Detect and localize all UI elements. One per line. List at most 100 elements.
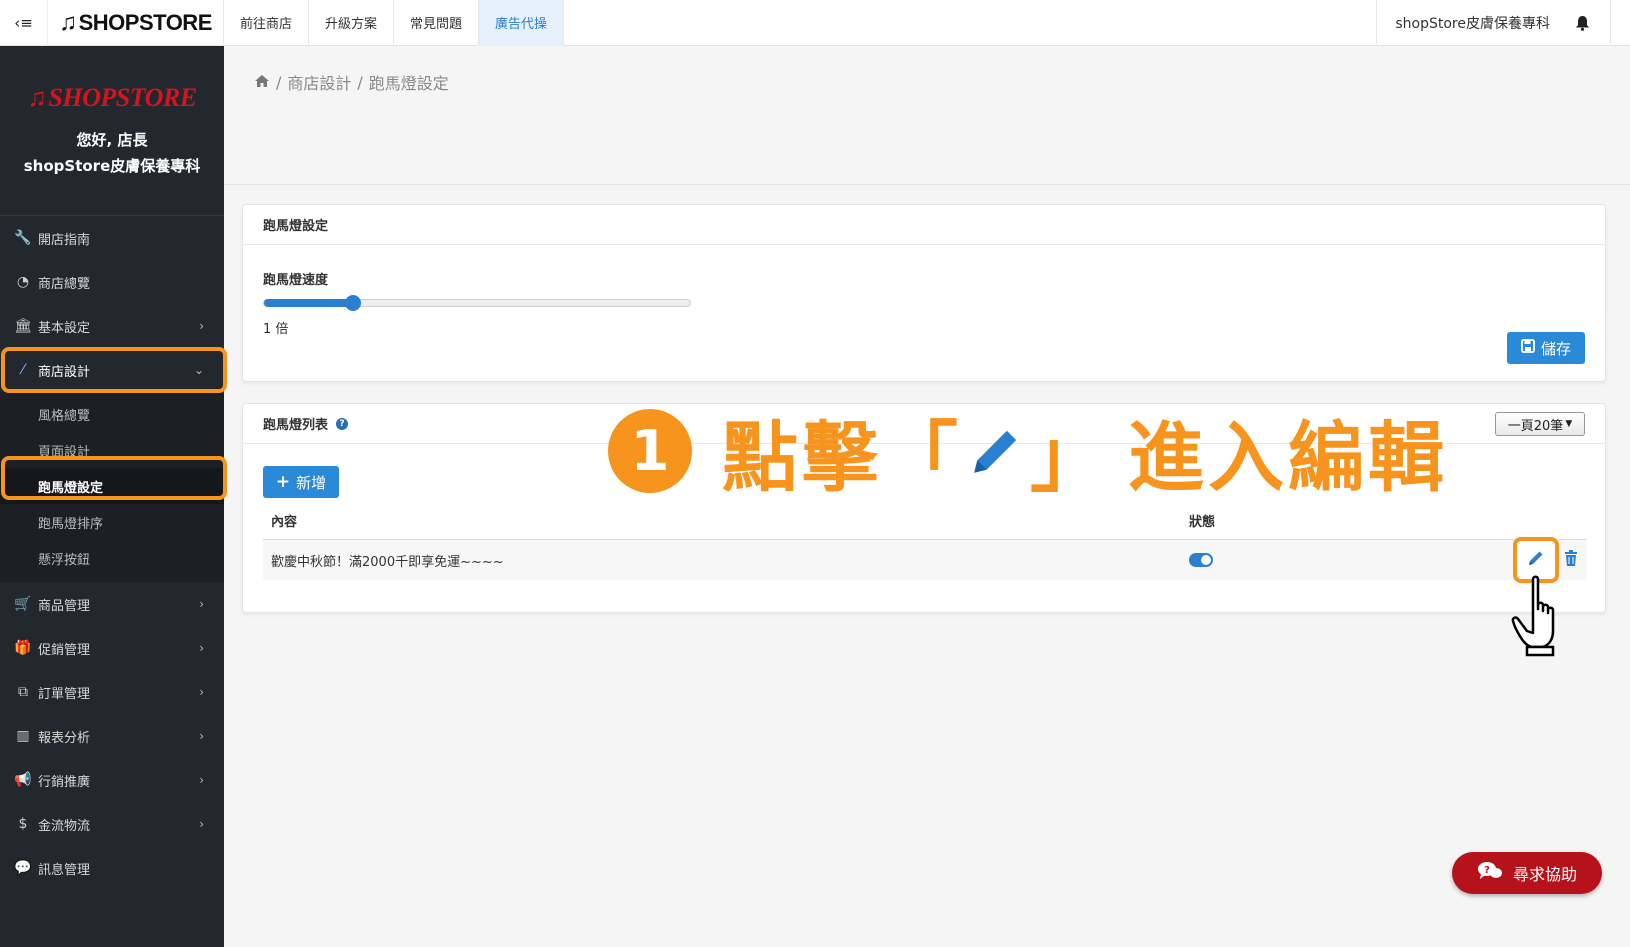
top-logo[interactable]: ♫ SHOPSTORE [48,0,224,46]
sidebar-greeting: 您好, 店長 [76,130,148,149]
gift-icon: 🎁 [14,640,32,656]
topnav-ads[interactable]: 廣告代操 [479,0,565,46]
floppy-disk-icon [1521,339,1535,357]
breadcrumb: / 商店設計 / 跑馬燈設定 [254,70,449,94]
topnav-storefront[interactable]: 前往商店 [224,0,310,46]
sidebar-item-marketing[interactable]: 📢 行銷推廣 › [0,758,224,802]
top-logo-text: SHOPSTORE [78,9,213,35]
status-toggle[interactable] [1189,553,1213,567]
sidebar-item-reports[interactable]: ▥ 報表分析 › [0,714,224,758]
sidebar-item-promotions[interactable]: 🎁 促銷管理 › [0,626,224,670]
sidebar-logo: ♫SHOPSTORE [27,82,197,113]
sidebar-item-messages[interactable]: 💬 訊息管理 [0,846,224,890]
sidebar-toggle-button[interactable]: ‹≡ [0,0,48,46]
plus-icon: + [275,472,291,492]
submenu-page-design[interactable]: 頁面設計 [0,432,224,468]
sidebar-item-label: 商品管理 [38,598,91,614]
sidebar-item-label: 商店設計 [38,364,91,380]
save-button-label: 儲存 [1540,339,1571,358]
sidebar-logo-text: SHOPSTORE [48,82,197,112]
sidebar-item-products[interactable]: 🛒 商品管理 › [0,582,224,626]
chevron-right-icon: › [199,685,204,699]
magic-wand-icon: ⁄ [21,362,25,378]
chevron-right-icon: › [199,597,204,611]
question-circle-icon[interactable]: ? [336,417,349,430]
copy-icon: ⧉ [18,684,28,700]
column-header-content: 內容 [271,515,298,530]
bell-icon[interactable] [1568,15,1596,31]
sidebar-brand: ♫SHOPSTORE 您好, 店長 shopStore皮膚保養專科 [0,46,224,216]
add-button[interactable]: + 新增 [263,466,339,498]
settings-panel-title: 跑馬燈設定 [243,205,1605,245]
hand-pointer-icon [1511,575,1575,663]
sidebar-item-orders[interactable]: ⧉ 訂單管理 › [0,670,224,714]
sidebar-logo-mark-icon: ♫ [27,82,47,112]
sidebar-item-label: 金流物流 [38,818,91,834]
sidebar-item-guide[interactable]: 🔧 開店指南 [0,216,224,260]
annotation-text-edit: 進入編輯 [1128,413,1448,502]
cart-icon: 🛒 [14,596,32,612]
sidebar-menu: 🔧 開店指南 ◔ 商店總覽 🏛 基本設定 › ⁄ 商店設計 ⌄ 風格總覽 頁面設計 跑馬燈設… [0,216,224,890]
submenu-marquee-settings[interactable]: 跑馬燈設定 [0,468,224,504]
annotation-open-bracket: 「 [882,413,962,502]
help-button[interactable]: ? 尋求協助 [1452,852,1602,894]
speed-slider[interactable] [263,295,691,311]
marquee-settings-panel: 跑馬燈設定 跑馬燈速度 1 倍 儲存 [242,204,1606,382]
sidebar-item-overview[interactable]: ◔ 商店總覽 [0,260,224,304]
speed-label: 跑馬燈速度 [263,273,329,288]
annotation-close-bracket: 」 [1030,413,1110,502]
sidebar-item-label: 促銷管理 [38,642,91,658]
sidebar-item-label: 訂單管理 [38,686,91,702]
speed-slider-handle[interactable] [345,295,362,311]
speed-value: 1 倍 [263,322,289,337]
breadcrumb-sep: / [357,72,363,92]
bank-icon: 🏛 [14,318,32,334]
marquee-table: 內容 狀態 歡慶中秋節！滿2000千即享免運~~~~ [263,502,1587,583]
annotation-text-click: 點擊 [722,413,882,502]
tutorial-annotation: 1 點擊 「 」 進入編輯 [608,396,1448,506]
chevron-right-icon: › [199,641,204,655]
comments-icon: 💬 [14,860,32,876]
pencil-icon [1527,549,1545,571]
breadcrumb-marquee-settings: 跑馬燈設定 [368,74,449,93]
submenu-style-overview[interactable]: 風格總覽 [0,396,224,432]
wrench-icon: 🔧 [14,230,32,246]
submenu-marquee-sorting[interactable]: 跑馬燈排序 [0,504,224,540]
top-store-name[interactable]: shopStore皮膚保養專科 [1376,0,1568,46]
home-icon[interactable] [254,73,270,92]
sidebar-item-store-design[interactable]: ⁄ 商店設計 ⌄ [0,348,224,392]
step-number-badge: 1 [608,409,692,493]
sidebar-item-label: 基本設定 [38,320,91,336]
top-bar: ‹≡ ♫ SHOPSTORE 前往商店 升級方案 常見問題 廣告代操 shopSt… [0,0,1630,46]
caret-down-icon: ▼ [1565,419,1573,429]
sidebar-item-payment-logistics[interactable]: $ 金流物流 › [0,802,224,846]
top-right: shopStore皮膚保養專科 [1376,0,1630,46]
topnav-faq[interactable]: 常見問題 [394,0,480,46]
chevron-right-icon: › [199,817,204,831]
submenu-floating-button[interactable]: 懸浮按鈕 [0,540,224,576]
sidebar-store-name: shopStore皮膚保養專科 [23,156,201,175]
page-size-value: 一頁20筆 [1507,418,1564,434]
bullhorn-icon: 📢 [14,772,32,788]
top-nav: 前往商店 升級方案 常見問題 廣告代操 [224,0,565,46]
save-button[interactable]: 儲存 [1507,332,1585,364]
column-header-status: 狀態 [1189,515,1216,530]
dollar-icon: $ [18,816,28,832]
row-content: 歡慶中秋節！滿2000千即享免運~~~~ [271,554,504,570]
sidebar-item-basic-settings[interactable]: 🏛 基本設定 › [0,304,224,348]
trash-icon[interactable] [1565,550,1577,570]
table-row: 歡慶中秋節！滿2000千即享免運~~~~ [263,537,1587,583]
sidebar-item-label: 開店指南 [38,232,91,248]
dashboard-icon: ◔ [16,274,30,290]
breadcrumb-store-design[interactable]: 商店設計 [287,70,351,94]
page-size-select[interactable]: 一頁20筆 ▼ [1495,412,1585,436]
row-status [1189,553,1489,567]
chevron-right-icon: › [199,773,204,787]
sidebar-item-label: 訊息管理 [38,862,91,878]
topnav-upgrade[interactable]: 升級方案 [309,0,395,46]
sidebar-item-label: 報表分析 [38,730,91,746]
table-header: 內容 狀態 [263,502,1587,540]
list-panel-title: 跑馬燈列表 [263,418,329,433]
chevron-right-icon: › [199,319,204,333]
logo-mark-icon: ♫ [59,8,77,36]
